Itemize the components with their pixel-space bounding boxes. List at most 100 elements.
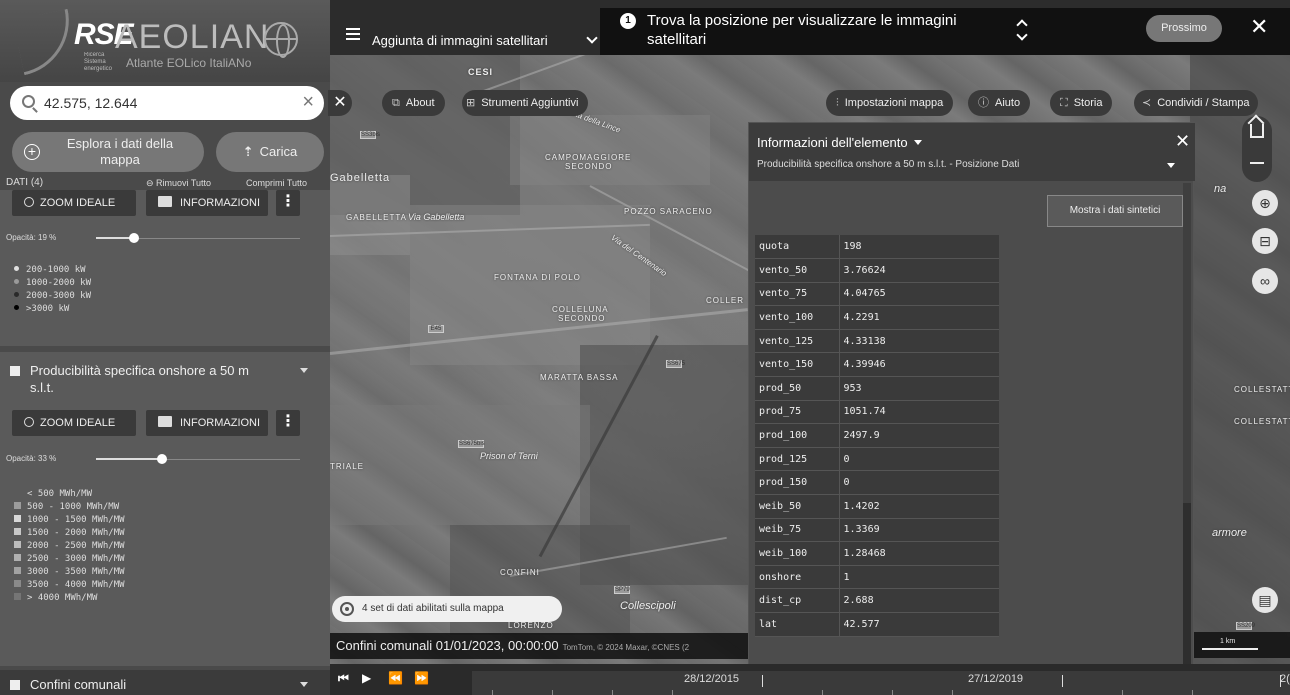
- place-label: GABELLETTA: [346, 213, 407, 222]
- attribute-key: vento_50: [755, 258, 840, 283]
- info-button[interactable]: INFORMAZIONI: [146, 410, 268, 436]
- place-label: CONFINI: [500, 568, 540, 577]
- explore-data-label: Esplora i dati della mappa: [66, 136, 174, 167]
- layer-menu-button[interactable]: ⋮: [276, 410, 300, 436]
- place-label: CAMPOMAGGIORE: [545, 153, 632, 162]
- help-icon: ⓘ: [978, 97, 989, 109]
- attribute-key: prod_125: [755, 447, 840, 472]
- attribute-value: 1051.74: [839, 400, 999, 425]
- skip-back-icon[interactable]: ⏮: [338, 671, 349, 686]
- place-label: CESI: [468, 67, 494, 77]
- remove-all-button[interactable]: ⊖ Rimuovi Tutto: [146, 178, 211, 189]
- home-icon[interactable]: [1250, 124, 1264, 138]
- zoom-ideal-button[interactable]: ZOOM IDEALE: [12, 190, 136, 216]
- legend-item: 1000-2000 kW: [14, 277, 91, 290]
- attribute-row: vento_125 4.33138: [755, 329, 999, 354]
- legend-swatch: [14, 541, 21, 548]
- layer-title-label: Producibilità specifica onshore a 50 m s…: [30, 363, 249, 395]
- scrollbar-thumb[interactable]: [1183, 503, 1191, 671]
- timeline-tick: [952, 690, 953, 695]
- layer-checkbox[interactable]: [10, 366, 20, 376]
- place-label: Collescipoli: [620, 600, 676, 612]
- close-icon[interactable]: ✕: [1175, 131, 1190, 152]
- attribute-row: prod_75 1051.74: [755, 400, 999, 425]
- attribute-key: prod_150: [755, 470, 840, 496]
- layer-menu-button[interactable]: ⋮: [276, 190, 300, 216]
- layers-list-icon[interactable]: [346, 33, 360, 35]
- map-settings-button[interactable]: ⫶ Impostazioni mappa: [826, 90, 954, 116]
- help-button[interactable]: ⓘ Aiuto: [968, 90, 1031, 116]
- legend-label: 500 - 1000 MWh/MW: [27, 502, 120, 512]
- tools-label: Strumenti Aggiuntivi: [481, 97, 579, 109]
- show-synthetic-data-button[interactable]: Mostra i dati sintetici: [1047, 195, 1183, 227]
- legend: < 500 MWh/MW 500 - 1000 MWh/MW 1000 - 15…: [14, 488, 125, 605]
- app-logo[interactable]: RSE AEOLIAN Ricerca Sistema energetico A…: [0, 0, 330, 82]
- fast-forward-icon[interactable]: ⏩: [414, 671, 429, 685]
- caret-down-icon[interactable]: [1167, 163, 1175, 168]
- history-button[interactable]: ⛶ Storia: [1050, 90, 1113, 116]
- attribute-value: 2497.9: [839, 423, 999, 448]
- upload-button[interactable]: ⇡ Carica: [216, 132, 324, 172]
- place-label: TRIALE: [330, 462, 365, 471]
- legend-label: 3500 - 4000 MWh/MW: [27, 580, 125, 590]
- info-button[interactable]: INFORMAZIONI: [146, 190, 268, 216]
- legend-label: >3000 kW: [26, 304, 70, 314]
- feature-info-title-text: Informazioni dell'elemento: [757, 135, 908, 150]
- attribute-value: 1.28468: [839, 541, 999, 566]
- legend-label: 1000 - 1500 MWh/MW: [27, 515, 125, 525]
- zoom-ideal-button[interactable]: ZOOM IDEALE: [12, 410, 136, 436]
- rewind-icon[interactable]: ⏪: [388, 671, 403, 685]
- feedback-icon[interactable]: ▤: [1252, 587, 1278, 613]
- search-input[interactable]: [44, 92, 284, 114]
- legend-dot-icon: [14, 279, 19, 284]
- layer-title[interactable]: Producibilità specifica onshore a 50 m s…: [0, 362, 330, 402]
- zoom-ideal-label: ZOOM IDEALE: [40, 417, 116, 429]
- explore-data-button[interactable]: + Esplora i dati della mappa: [12, 132, 204, 172]
- opacity-slider-knob[interactable]: [157, 454, 167, 464]
- timeline-tick: [822, 690, 823, 695]
- feature-info-header: Informazioni dell'elemento ✕ Producibili…: [749, 123, 1195, 181]
- timeline-tick: [1192, 690, 1193, 695]
- zoom-out-icon[interactable]: [1250, 162, 1264, 164]
- measure-icon[interactable]: ∞: [1252, 268, 1278, 294]
- close-icon[interactable]: ×: [302, 91, 314, 113]
- about-button[interactable]: ⧉ About: [382, 90, 445, 116]
- logo-name: AEOLIAN: [115, 18, 270, 56]
- collapse-all-button[interactable]: Comprimi Tutto: [246, 178, 307, 188]
- attribute-table: quota 198 vento_50 3.76624 vento_75 4.04765 ve…: [755, 235, 999, 637]
- legend-item: > 4000 MWh/MW: [14, 592, 125, 605]
- legend-item: < 500 MWh/MW: [14, 488, 125, 501]
- attribute-row: weib_50 1.4202: [755, 494, 999, 519]
- workbench-title[interactable]: Aggiunta di immagini satellitari: [372, 33, 548, 48]
- up-down-chevron-icon[interactable]: [1017, 18, 1027, 44]
- opacity-slider-knob[interactable]: [129, 233, 139, 243]
- attribute-key: prod_50: [755, 376, 840, 401]
- close-icon[interactable]: ✕: [1250, 13, 1268, 41]
- play-icon[interactable]: ▶: [362, 671, 371, 685]
- share-button[interactable]: ≺ Condividi / Stampa: [1134, 90, 1258, 116]
- datasets-indicator[interactable]: 4 set di dati abilitati sulla mappa: [332, 596, 562, 622]
- search-box[interactable]: ×: [10, 86, 324, 120]
- chevron-down-icon[interactable]: [300, 368, 308, 373]
- scale-bar: 1 km: [1190, 632, 1290, 658]
- tour-next-button[interactable]: Prossimo: [1146, 15, 1222, 42]
- attribute-row: vento_50 3.76624: [755, 258, 999, 283]
- sidebar: RSE AEOLIAN Ricerca Sistema energetico A…: [0, 0, 330, 695]
- layer-checkbox[interactable]: [10, 680, 20, 690]
- attribute-key: weib_50: [755, 494, 840, 519]
- locate-me-icon[interactable]: ⊕: [1252, 190, 1278, 216]
- legend-swatch: [14, 593, 21, 600]
- place-label: COLLELUNA: [552, 305, 609, 314]
- feature-info-title[interactable]: Informazioni dell'elemento: [757, 135, 922, 150]
- timeline-track[interactable]: 28/12/2015 27/12/2019 2(: [472, 671, 1290, 695]
- timeline-tick: [892, 690, 893, 695]
- chevron-down-icon[interactable]: [300, 682, 308, 687]
- split-screen-icon[interactable]: ⊟: [1252, 228, 1278, 254]
- map-attribution[interactable]: TomTom, © 2024 Maxar, ©CNES (2: [563, 643, 690, 652]
- chevron-down-icon[interactable]: [586, 32, 598, 44]
- layer-title[interactable]: Confini comunali: [0, 676, 330, 694]
- tools-button[interactable]: ⊞ Strumenti Aggiuntivi: [462, 90, 589, 116]
- feature-info-subtitle[interactable]: Producibilità specifica onshore a 50 m s…: [757, 159, 1167, 170]
- legend-swatch: [14, 567, 21, 574]
- search-icon: [22, 95, 35, 108]
